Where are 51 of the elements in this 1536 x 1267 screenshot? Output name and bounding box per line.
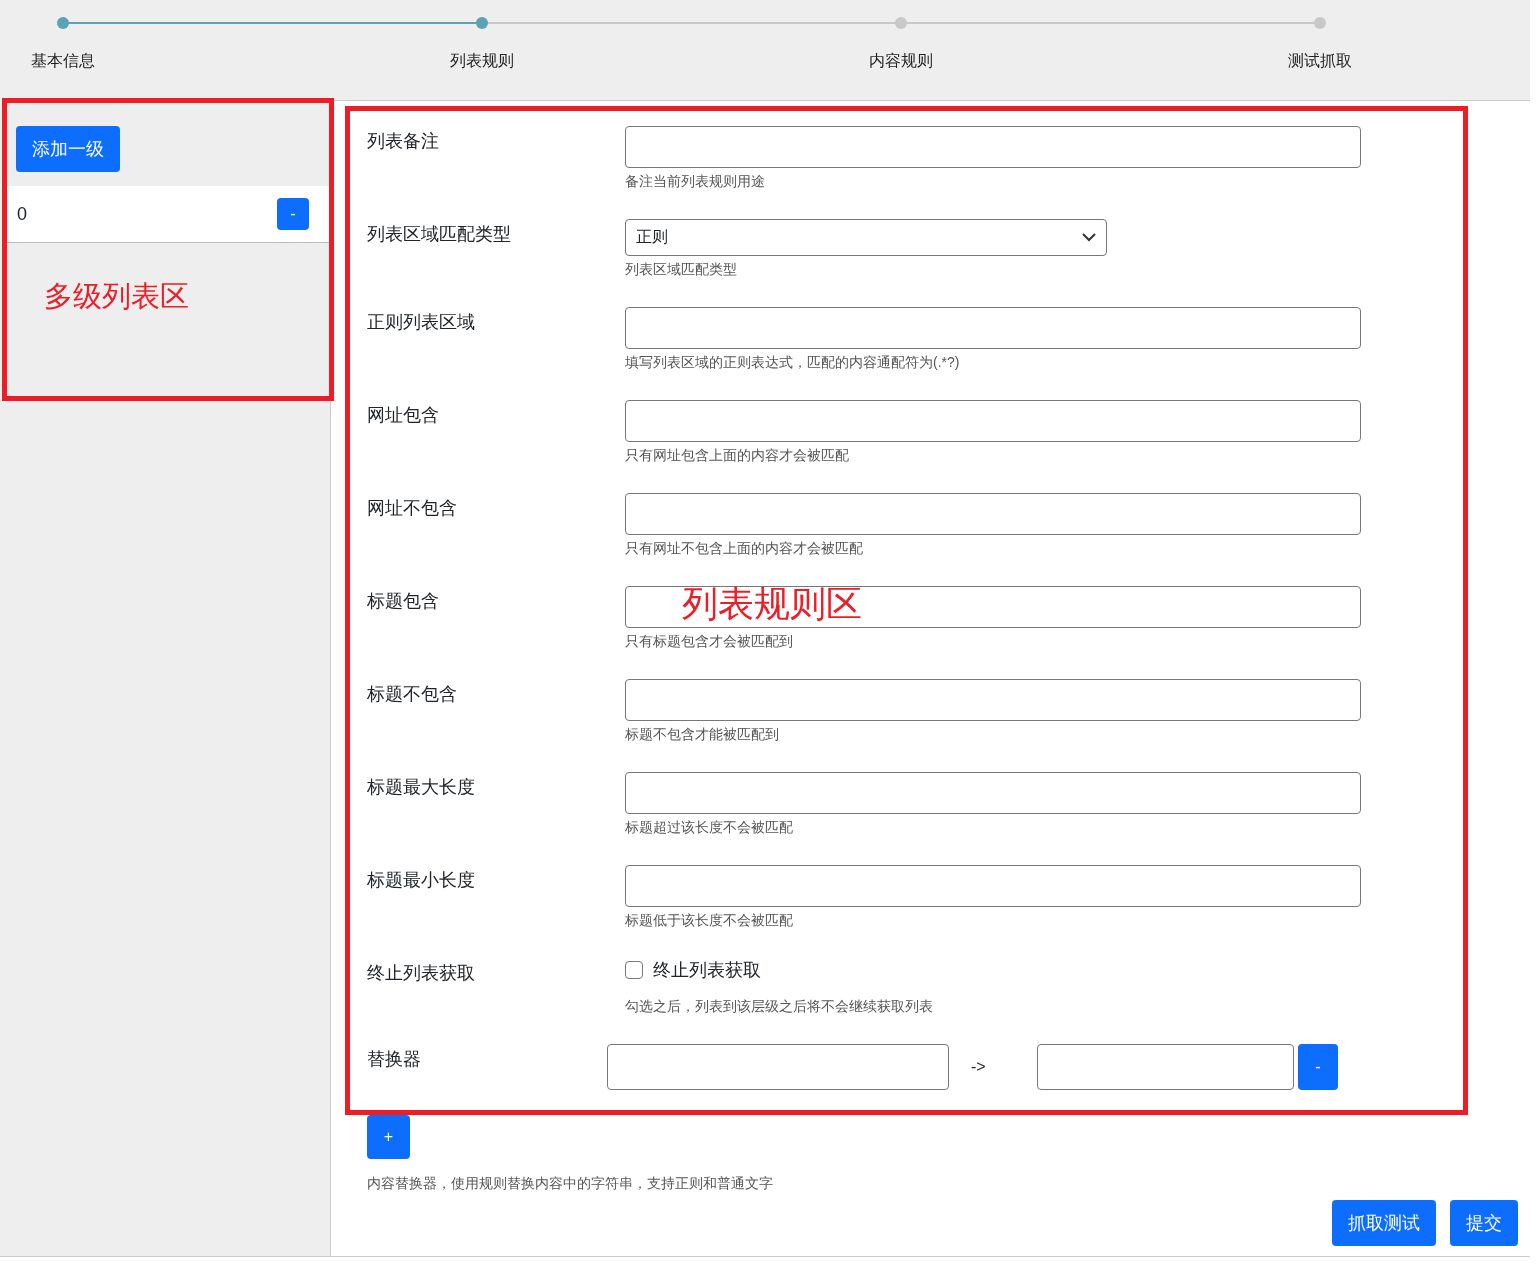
step-label[interactable]: 内容规则 [869,51,933,72]
text-input[interactable] [625,679,1361,721]
chevron-icon [1082,233,1096,242]
field-label: 网址不包含 [367,497,458,520]
checkbox[interactable] [625,961,643,979]
help-text: 只有网址不包含上面的内容才会被匹配 [625,540,864,558]
help-text: 标题不包含才能被匹配到 [625,726,780,744]
help-text: 只有网址包含上面的内容才会被匹配 [625,447,850,465]
field-label: 替换器 [367,1048,422,1071]
action-button[interactable]: 提交 [1450,1200,1518,1246]
field-label: 终止列表获取 [367,962,476,985]
annotation-label: 多级列表区 [44,282,189,311]
add-replacer-button[interactable]: + [367,1115,410,1159]
add-level-button[interactable]: 添加一级 [16,126,120,172]
field-label: 网址包含 [367,404,440,427]
annotation-label: 列表规则区 [682,586,862,622]
help-text: 填写列表区域的正则表达式，匹配的内容通配符为(.*?) [625,354,961,372]
checkbox-label: 终止列表获取 [653,959,761,982]
help-text: 列表区域匹配类型 [625,261,738,279]
help-text: 标题低于该长度不会被匹配 [625,912,794,930]
help-text: 内容替换器，使用规则替换内容中的字符串，支持正则和普通文字 [367,1175,774,1193]
arrow-text: -> [970,1058,987,1076]
text-input[interactable] [625,400,1361,442]
help-text: 标题超过该长度不会被匹配 [625,819,794,837]
level-label: 0 [17,203,27,225]
remove-level-button[interactable]: - [277,198,309,230]
text-input[interactable] [625,586,1361,628]
field-label: 标题最小长度 [367,869,476,892]
field-label: 正则列表区域 [367,311,476,334]
field-label: 列表备注 [367,130,440,153]
field-label: 标题不包含 [367,683,458,706]
level-item[interactable]: 0 - [5,186,330,243]
search-input[interactable] [607,1044,949,1090]
text-input[interactable] [625,126,1361,168]
step-label[interactable]: 列表规则 [450,51,514,72]
text-input[interactable] [625,493,1361,535]
step-label[interactable]: 测试抓取 [1288,51,1352,72]
text-input[interactable] [625,772,1361,814]
field-label: 标题包含 [367,590,440,613]
help-text: 勾选之后，列表到该层级之后将不会继续获取列表 [625,998,934,1016]
replace-input[interactable] [1037,1044,1294,1090]
text-input[interactable] [625,865,1361,907]
help-text: 只有标题包含才会被匹配到 [625,633,794,651]
remove-button[interactable]: - [1298,1044,1338,1090]
action-button[interactable]: 抓取测试 [1332,1200,1436,1246]
field-label: 列表区域匹配类型 [367,223,512,246]
field-label: 标题最大长度 [367,776,476,799]
step-label[interactable]: 基本信息 [31,51,95,72]
text-input[interactable] [625,307,1361,349]
help-text: 备注当前列表规则用途 [625,173,766,191]
select-field[interactable]: 正则 [625,219,1107,256]
